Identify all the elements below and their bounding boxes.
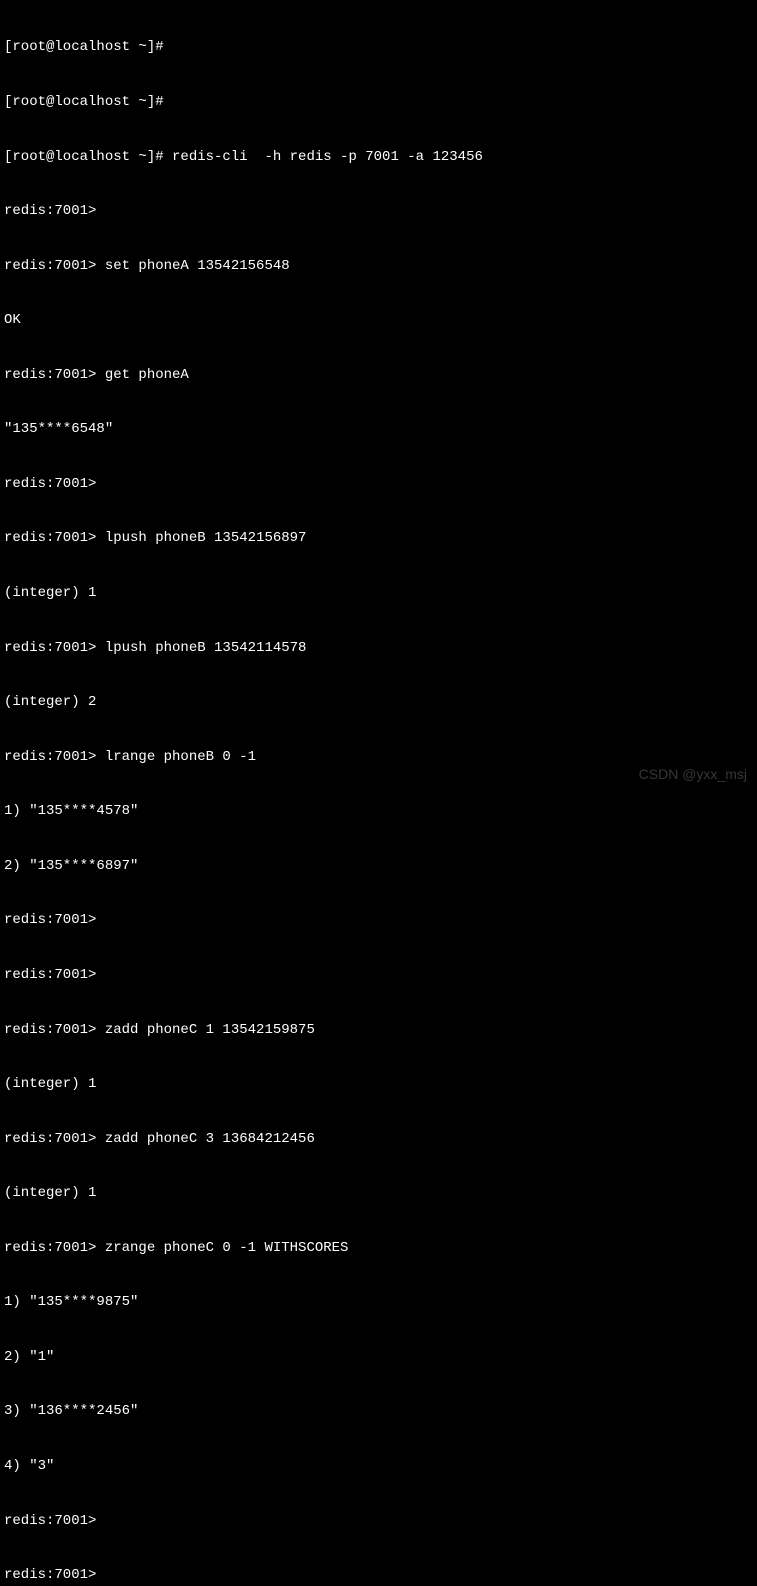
terminal-line: redis:7001> <box>4 475 753 493</box>
terminal-line: redis:7001> lpush phoneB 13542114578 <box>4 639 753 657</box>
terminal-line: 3) "136****2456" <box>4 1402 753 1420</box>
terminal-line: [root@localhost ~]# <box>4 93 753 111</box>
terminal-line: "135****6548" <box>4 420 753 438</box>
terminal-line: [root@localhost ~]# <box>4 38 753 56</box>
terminal-line: (integer) 1 <box>4 1184 753 1202</box>
terminal-line: (integer) 1 <box>4 1075 753 1093</box>
terminal-line: 1) "135****9875" <box>4 1293 753 1311</box>
terminal-line: 2) "1" <box>4 1348 753 1366</box>
terminal-line: OK <box>4 311 753 329</box>
terminal-line: redis:7001> <box>4 1512 753 1530</box>
terminal-output[interactable]: [root@localhost ~]# [root@localhost ~]# … <box>4 2 753 1586</box>
terminal-line: redis:7001> lpush phoneB 13542156897 <box>4 529 753 547</box>
terminal-line: redis:7001> lrange phoneB 0 -1 <box>4 748 753 766</box>
terminal-line: redis:7001> <box>4 966 753 984</box>
terminal-line: redis:7001> set phoneA 13542156548 <box>4 257 753 275</box>
terminal-line: redis:7001> zadd phoneC 3 13684212456 <box>4 1130 753 1148</box>
terminal-line: 1) "135****4578" <box>4 802 753 820</box>
terminal-line: redis:7001> <box>4 1566 753 1584</box>
terminal-line: (integer) 1 <box>4 584 753 602</box>
terminal-line: redis:7001> get phoneA <box>4 366 753 384</box>
watermark-text: CSDN @yxx_msj <box>639 765 747 783</box>
terminal-line: redis:7001> zadd phoneC 1 13542159875 <box>4 1021 753 1039</box>
terminal-line: redis:7001> <box>4 911 753 929</box>
terminal-line: redis:7001> <box>4 202 753 220</box>
terminal-line: (integer) 2 <box>4 693 753 711</box>
terminal-line: 2) "135****6897" <box>4 857 753 875</box>
terminal-line: 4) "3" <box>4 1457 753 1475</box>
terminal-line: [root@localhost ~]# redis-cli -h redis -… <box>4 148 753 166</box>
terminal-line: redis:7001> zrange phoneC 0 -1 WITHSCORE… <box>4 1239 753 1257</box>
